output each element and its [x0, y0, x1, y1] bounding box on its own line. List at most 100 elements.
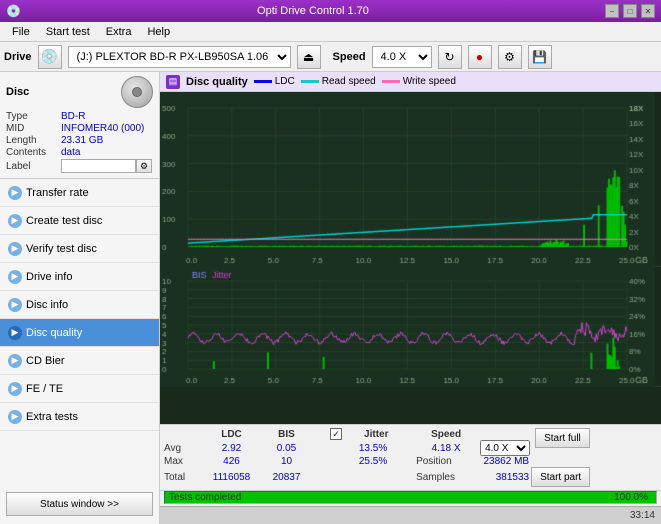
chart-title: Disc quality: [186, 76, 248, 88]
samples-value: 381533: [476, 467, 531, 487]
stats-table: LDC BIS ✓ Jitter Speed Start full: [164, 428, 657, 487]
start-full-button[interactable]: Start full: [535, 428, 590, 448]
nav-drive-info[interactable]: ▶ Drive info: [0, 263, 159, 291]
menubar: File Start test Extra Help: [0, 22, 661, 42]
jitter-checkbox[interactable]: ✓: [330, 428, 342, 440]
max-jitter: 25.5%: [330, 456, 416, 467]
disc-length-value: 23.31 GB: [61, 135, 103, 146]
progress-label: Tests completed: [169, 492, 241, 503]
eject-button[interactable]: ⏏: [297, 45, 321, 69]
speed-value: 4.18 X: [416, 440, 476, 456]
close-button[interactable]: ✕: [641, 4, 655, 18]
nav-fe-te[interactable]: ▶ FE / TE: [0, 375, 159, 403]
nav-arrow: ▶: [8, 354, 22, 368]
nav-arrow: ▶: [8, 410, 22, 424]
nav-list: ▶ Transfer rate ▶ Create test disc ▶ Ver…: [0, 179, 159, 431]
nav-extra-tests[interactable]: ▶ Extra tests: [0, 403, 159, 431]
bottom-chart: [160, 267, 661, 387]
disc-label-input[interactable]: [61, 159, 136, 173]
refresh-button[interactable]: ↻: [438, 45, 462, 69]
menu-help[interactable]: Help: [139, 22, 178, 41]
nav-transfer-rate[interactable]: ▶ Transfer rate: [0, 179, 159, 207]
samples-label: Samples: [416, 467, 476, 487]
elapsed-time: 33:14: [630, 510, 655, 521]
disc-title: Disc: [6, 86, 29, 98]
save-button[interactable]: 💾: [528, 45, 552, 69]
legend-ldc: LDC: [254, 76, 295, 87]
window-controls: − □ ✕: [605, 4, 655, 18]
nav-create-test-disc[interactable]: ▶ Create test disc: [0, 207, 159, 235]
total-bis: 20837: [259, 467, 314, 487]
max-label: Max: [164, 456, 204, 467]
drive-label: Drive: [4, 51, 32, 63]
legend-read-speed: Read speed: [301, 76, 376, 87]
nav-disc-quality[interactable]: ▶ Disc quality: [0, 319, 159, 347]
disc-info-table: Type BD-R MID INFOMER40 (000) Length 23.…: [6, 111, 153, 173]
legend-write-speed: Write speed: [382, 76, 456, 87]
nav-label: Disc quality: [26, 327, 82, 339]
app-icon: 💿: [6, 4, 21, 18]
minimize-button[interactable]: −: [605, 4, 619, 18]
disc-length-label: Length: [6, 135, 61, 146]
nav-label: Drive info: [26, 271, 72, 283]
settings-button[interactable]: ⚙: [498, 45, 522, 69]
disc-button[interactable]: ●: [468, 45, 492, 69]
nav-label: Extra tests: [26, 411, 78, 423]
disc-label-label: Label: [6, 161, 61, 172]
bottom-status: 33:14: [160, 506, 661, 524]
disc-mid-value: INFOMER40 (000): [61, 123, 144, 134]
charts-container: [160, 92, 661, 424]
nav-label: CD Bier: [26, 355, 65, 367]
nav-cd-bier[interactable]: ▶ CD Bier: [0, 347, 159, 375]
disc-label-button[interactable]: ⚙: [136, 159, 152, 173]
speed-selector[interactable]: 4.0 X: [480, 440, 530, 456]
disc-type-value: BD-R: [61, 111, 85, 122]
position-value: 23862 MB: [476, 456, 531, 467]
status-window-button[interactable]: Status window >>: [6, 492, 153, 516]
speed-select[interactable]: 4.0 X: [372, 46, 432, 68]
nav-arrow: ▶: [8, 186, 22, 200]
nav-label: Create test disc: [26, 215, 102, 227]
menu-extra[interactable]: Extra: [98, 22, 140, 41]
disc-contents-label: Contents: [6, 147, 61, 158]
nav-arrow: ▶: [8, 382, 22, 396]
progress-value: 100.0%: [614, 492, 648, 503]
nav-verify-test-disc[interactable]: ▶ Verify test disc: [0, 235, 159, 263]
avg-jitter: 13.5%: [330, 440, 416, 456]
maximize-button[interactable]: □: [623, 4, 637, 18]
speed-col-label: Speed: [416, 428, 476, 440]
nav-disc-info[interactable]: ▶ Disc info: [0, 291, 159, 319]
disc-mid-label: MID: [6, 123, 61, 134]
speed-label: Speed: [333, 51, 366, 63]
avg-bis: 0.05: [259, 440, 314, 456]
window-title: Opti Drive Control 1.70: [21, 5, 605, 17]
drive-icon: 💿: [38, 45, 62, 69]
position-label: Position: [416, 456, 476, 467]
disc-image: [121, 76, 153, 108]
jitter-col-label: Jitter: [364, 428, 416, 440]
nav-arrow: ▶: [8, 326, 22, 340]
start-part-button[interactable]: Start part: [531, 467, 590, 487]
nav-label: Transfer rate: [26, 187, 89, 199]
main-layout: Disc Type BD-R MID INFOMER40 (000) Lengt…: [0, 72, 661, 524]
nav-label: FE / TE: [26, 383, 63, 395]
nav-arrow: ▶: [8, 242, 22, 256]
chart-header: ▤ Disc quality LDC Read speed Write spee…: [160, 72, 661, 92]
avg-label: Avg: [164, 440, 204, 456]
nav-arrow: ▶: [8, 270, 22, 284]
drive-select[interactable]: (J:) PLEXTOR BD-R PX-LB950SA 1.06: [68, 46, 291, 68]
chart-icon: ▤: [166, 75, 180, 89]
menu-starttest[interactable]: Start test: [38, 22, 98, 41]
total-label: Total: [164, 467, 204, 487]
jitter-checkbox-container: ✓: [330, 428, 364, 440]
max-bis: 10: [259, 456, 314, 467]
content-area: ▤ Disc quality LDC Read speed Write spee…: [160, 72, 661, 524]
nav-label: Disc info: [26, 299, 68, 311]
max-ldc: 426: [204, 456, 259, 467]
stats-bar: LDC BIS ✓ Jitter Speed Start full: [160, 424, 661, 506]
nav-arrow: ▶: [8, 298, 22, 312]
sidebar: Disc Type BD-R MID INFOMER40 (000) Lengt…: [0, 72, 160, 524]
titlebar: 💿 Opti Drive Control 1.70 − □ ✕: [0, 0, 661, 22]
avg-ldc: 2.92: [204, 440, 259, 456]
menu-file[interactable]: File: [4, 22, 38, 41]
